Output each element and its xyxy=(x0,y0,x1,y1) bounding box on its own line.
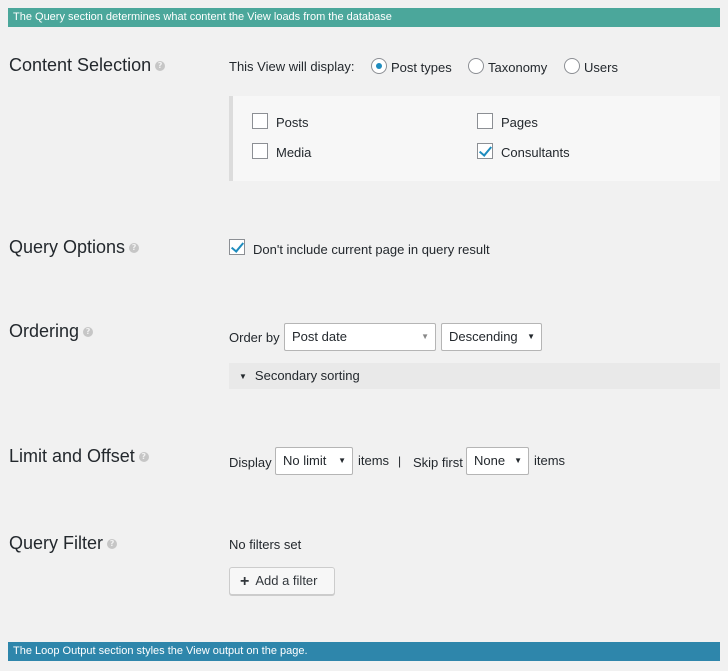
checkbox-pages[interactable] xyxy=(477,113,493,129)
query-options-title: Query Options? xyxy=(9,237,140,258)
order-direction-value: Descending xyxy=(449,329,518,344)
order-by-label: Order by xyxy=(229,330,280,345)
checkbox-posts[interactable] xyxy=(252,113,268,129)
skip-first-label: Skip first xyxy=(413,455,463,470)
chevron-down-icon: ▼ xyxy=(421,332,429,341)
no-filters-status: No filters set xyxy=(229,537,302,552)
checkbox-consultants-label[interactable]: Consultants xyxy=(501,145,570,160)
order-by-select[interactable]: Post date ▼ xyxy=(284,323,436,351)
query-filter-title: Query Filter? xyxy=(9,533,118,554)
checkbox-media[interactable] xyxy=(252,143,268,159)
chevron-down-icon: ▼ xyxy=(527,332,535,341)
display-label: This View will display: xyxy=(229,59,355,74)
help-icon[interactable]: ? xyxy=(155,61,166,72)
checkbox-consultants[interactable] xyxy=(477,143,493,159)
secondary-sorting-label: Secondary sorting xyxy=(254,368,360,383)
radio-users[interactable] xyxy=(564,58,580,74)
items-label: items xyxy=(358,453,390,468)
ordering-title: Ordering? xyxy=(9,321,94,342)
limit-offset-title: Limit and Offset? xyxy=(9,446,149,467)
chevron-down-icon: ▼ xyxy=(338,456,346,465)
content-selection-title: Content Selection? xyxy=(9,55,166,76)
query-filter-label: Query Filter xyxy=(9,533,104,553)
chevron-down-icon: ▼ xyxy=(514,456,522,465)
radio-post-types[interactable] xyxy=(371,58,387,74)
query-options-label: Query Options xyxy=(9,237,126,257)
limit-value: No limit xyxy=(283,453,327,468)
caret-down-icon: ▼ xyxy=(239,372,247,381)
content-selection-label: Content Selection xyxy=(9,55,152,75)
secondary-sorting-toggle[interactable]: ▼ Secondary sorting xyxy=(229,363,720,389)
ordering-label: Ordering xyxy=(9,321,80,341)
items-label-2: items xyxy=(534,453,566,468)
post-types-panel xyxy=(229,96,720,181)
radio-taxonomy[interactable] xyxy=(468,58,484,74)
help-icon[interactable]: ? xyxy=(129,243,140,254)
loop-output-section-banner: The Loop Output section styles the View … xyxy=(8,642,720,661)
radio-post-types-label[interactable]: Post types xyxy=(391,60,452,75)
order-by-value: Post date xyxy=(292,329,347,344)
separator: | xyxy=(398,454,402,468)
help-icon[interactable]: ? xyxy=(107,539,118,550)
help-icon[interactable]: ? xyxy=(83,327,94,338)
add-filter-button[interactable]: + Add a filter xyxy=(229,567,335,595)
order-direction-select[interactable]: Descending ▼ xyxy=(441,323,542,351)
display-limit-label: Display xyxy=(229,455,272,470)
help-icon[interactable]: ? xyxy=(138,452,149,463)
offset-value: None xyxy=(474,453,506,468)
radio-users-label[interactable]: Users xyxy=(584,60,618,75)
plus-icon: + xyxy=(240,573,250,590)
checkbox-pages-label[interactable]: Pages xyxy=(501,115,538,130)
offset-select[interactable]: None ▼ xyxy=(466,447,529,475)
checkbox-media-label[interactable]: Media xyxy=(276,145,311,160)
exclude-current-page-label[interactable]: Don't include current page in query resu… xyxy=(253,242,490,257)
checkbox-posts-label[interactable]: Posts xyxy=(276,115,309,130)
checkbox-exclude-current-page[interactable] xyxy=(229,239,245,255)
add-filter-label: Add a filter xyxy=(255,573,318,588)
limit-select[interactable]: No limit ▼ xyxy=(275,447,353,475)
query-section-banner: The Query section determines what conten… xyxy=(8,8,720,27)
limit-offset-label: Limit and Offset xyxy=(9,446,135,466)
radio-taxonomy-label[interactable]: Taxonomy xyxy=(488,60,547,75)
